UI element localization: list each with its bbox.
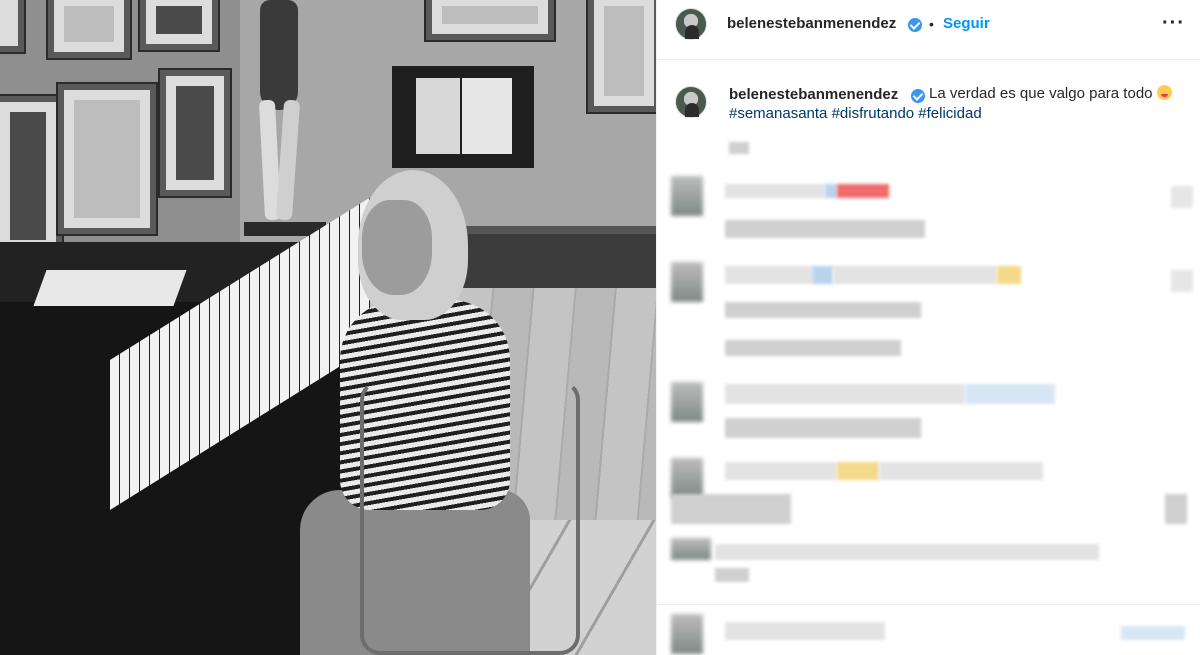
verified-badge-icon [911,89,925,103]
chair [360,380,580,655]
comment-text-blurred [833,266,997,284]
comment-avatar[interactable] [671,176,703,216]
comment-avatar[interactable] [671,262,703,302]
caption-text-row: La verdad es que valgo para todo [929,84,1172,104]
comment-like-icon[interactable] [1171,270,1193,292]
comment-emoji-blurred [813,266,833,284]
post-photo[interactable] [0,0,656,655]
wall-frame [48,0,130,58]
wall-poster [392,66,534,168]
post-side-panel: belenestebanmenendez • Seguir ··· belene… [656,0,1200,655]
view-replies-blurred[interactable] [725,340,901,356]
caption-timestamp-blurred [729,142,749,154]
tongue-emoji-icon [1156,85,1172,100]
comment-text-blurred [725,384,965,404]
wall-frame [58,84,156,234]
comment-emoji-blurred [997,266,1021,284]
comment-avatar[interactable] [671,538,711,560]
author-avatar[interactable] [675,8,707,40]
wall-frame [140,0,218,50]
comment-text-blurred [671,494,791,524]
comment-avatar[interactable] [671,382,703,422]
comment-avatar[interactable] [671,458,703,498]
author-username[interactable]: belenestebanmenendez [727,15,896,32]
more-options-icon[interactable]: ··· [1162,12,1185,35]
caption-text: La verdad es que valgo para todo [929,85,1153,102]
caption-avatar[interactable] [675,86,707,118]
comment-link-blurred[interactable] [1121,626,1185,640]
panel-divider [657,604,1200,605]
caption-hashtags[interactable]: #semanasanta #disfrutando #felicidad [729,104,982,124]
comment-emoji-blurred [837,462,879,480]
comment-mention-blurred[interactable] [965,384,1055,404]
wall-frame [426,0,554,40]
comment-meta-blurred [725,302,921,318]
wall-frame [160,70,230,196]
comment-meta-blurred [725,220,925,238]
comment-avatar[interactable] [671,614,703,654]
comment-meta-blurred [715,568,749,582]
wall-frame [0,96,62,256]
comment-text-blurred [725,622,885,640]
wall-frame [0,0,24,52]
comment-text-blurred [725,462,837,480]
comment-text-blurred [725,184,825,198]
comment-text-blurred [725,266,815,284]
comment-text-blurred [715,544,1099,560]
post-header: belenestebanmenendez • Seguir ··· [657,0,1200,60]
comment-like-icon[interactable] [1165,494,1187,524]
comment-text-blurred [879,462,1043,480]
caption-username[interactable]: belenestebanmenendez [729,86,898,103]
comment-meta-blurred [725,418,921,438]
wall-frame [588,0,656,112]
verified-badge-icon [908,18,922,32]
comment-emoji-blurred [837,184,889,198]
separator-dot: • [929,16,934,32]
comment-like-icon[interactable] [1171,186,1193,208]
follow-button[interactable]: Seguir [943,15,990,32]
comment-emoji-blurred [825,184,837,198]
